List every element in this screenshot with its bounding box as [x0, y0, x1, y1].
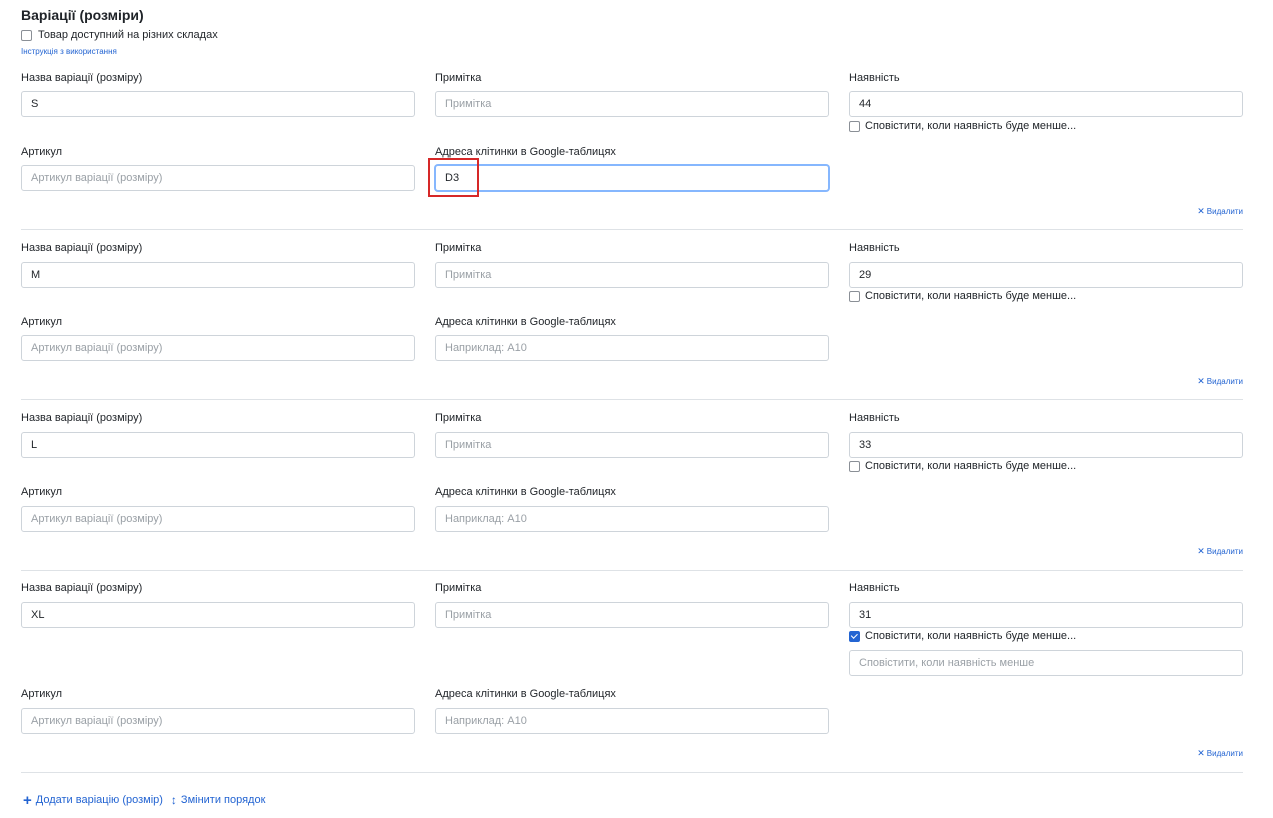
sku-input[interactable]: Артикул варіації (розміру) [21, 708, 415, 734]
stock-label: Наявність [849, 72, 900, 84]
reorder-button[interactable]: ↕ Змінити порядок [170, 792, 266, 807]
sku-label: Артикул [21, 146, 63, 158]
cell-input[interactable]: Наприклад: A10 [435, 708, 829, 734]
reorder-label: Змінити порядок [180, 794, 266, 806]
notify-checkbox[interactable] [849, 120, 860, 132]
notify-row[interactable]: Сповістити, коли наявність буде менше... [849, 120, 1076, 132]
close-icon: ✕ [1197, 546, 1205, 556]
help-link[interactable]: Інструкція з використання [21, 47, 117, 56]
notify-checkbox[interactable] [849, 460, 860, 472]
name-input[interactable]: XL [21, 602, 415, 628]
add-variation-label: Додати варіацію (розмір) [35, 794, 163, 806]
footer-actions: + Додати варіацію (розмір) ↕ Змінити пор… [23, 791, 266, 809]
notify-row[interactable]: Сповістити, коли наявність буде менше... [849, 460, 1076, 472]
sku-label: Артикул [21, 316, 63, 328]
remove-label: Видалити [1206, 749, 1243, 758]
name-label: Назва варіації (розміру) [21, 582, 143, 594]
multi-warehouse-checkbox[interactable] [21, 29, 32, 41]
name-label: Назва варіації (розміру) [21, 72, 143, 84]
cell-input[interactable]: Наприклад: A10 [435, 506, 829, 532]
note-input[interactable]: Примітка [435, 602, 829, 628]
stock-input[interactable]: 29 [849, 262, 1243, 288]
remove-button[interactable]: ✕ Видалити [1197, 546, 1243, 557]
close-icon: ✕ [1197, 206, 1205, 216]
multi-warehouse-label: Товар доступний на різних складах [38, 29, 218, 41]
stock-input[interactable]: 33 [849, 432, 1243, 458]
add-variation-button[interactable]: + Додати варіацію (розмір) [23, 791, 163, 809]
cell-label: Адреса клітинки в Google-таблицях [435, 316, 616, 328]
divider [21, 399, 1243, 400]
stock-input[interactable]: 44 [849, 91, 1243, 117]
note-label: Примітка [435, 412, 482, 424]
note-input[interactable]: Примітка [435, 91, 829, 117]
notify-label: Сповістити, коли наявність буде менше... [865, 120, 1077, 132]
note-label: Примітка [435, 72, 482, 84]
sku-input[interactable]: Артикул варіації (розміру) [21, 165, 415, 191]
notify-label: Сповістити, коли наявність буде менше... [865, 630, 1077, 642]
name-input[interactable]: M [21, 262, 415, 288]
notify-checkbox[interactable] [849, 630, 860, 642]
cell-input[interactable]: Наприклад: A10 [435, 335, 829, 361]
notify-row[interactable]: Сповістити, коли наявність буде менше... [849, 290, 1076, 302]
remove-button[interactable]: ✕ Видалити [1197, 748, 1243, 759]
close-icon: ✕ [1197, 748, 1205, 758]
sku-input[interactable]: Артикул варіації (розміру) [21, 506, 415, 532]
cell-label: Адреса клітинки в Google-таблицях [435, 688, 616, 700]
remove-label: Видалити [1206, 377, 1243, 386]
divider [21, 772, 1243, 773]
plus-icon: + [23, 791, 32, 809]
sku-input[interactable]: Артикул варіації (розміру) [21, 335, 415, 361]
remove-button[interactable]: ✕ Видалити [1197, 376, 1243, 387]
cell-label: Адреса клітинки в Google-таблицях [435, 146, 616, 158]
close-icon: ✕ [1197, 376, 1205, 386]
stock-label: Наявність [849, 582, 900, 594]
remove-button[interactable]: ✕ Видалити [1197, 206, 1243, 217]
note-input[interactable]: Примітка [435, 432, 829, 458]
notify-checkbox[interactable] [849, 290, 860, 302]
name-label: Назва варіації (розміру) [21, 412, 143, 424]
stock-label: Наявність [849, 242, 900, 254]
cell-label: Адреса клітинки в Google-таблицях [435, 486, 616, 498]
remove-label: Видалити [1206, 547, 1243, 556]
notify-row[interactable]: Сповістити, коли наявність буде менше... [849, 630, 1076, 642]
section-title: Варіації (розміри) [21, 7, 144, 23]
note-label: Примітка [435, 242, 482, 254]
name-input[interactable]: L [21, 432, 415, 458]
divider [21, 570, 1243, 571]
cell-input[interactable]: D3 [435, 165, 829, 191]
note-input[interactable]: Примітка [435, 262, 829, 288]
note-label: Примітка [435, 582, 482, 594]
notify-threshold-input[interactable]: Сповістити, коли наявність менше [849, 650, 1243, 676]
name-label: Назва варіації (розміру) [21, 242, 143, 254]
divider [21, 229, 1243, 230]
name-input[interactable]: S [21, 91, 415, 117]
sku-label: Артикул [21, 688, 63, 700]
notify-label: Сповістити, коли наявність буде менше... [865, 460, 1077, 472]
multi-warehouse-row[interactable]: Товар доступний на різних складах [21, 29, 218, 41]
sku-label: Артикул [21, 486, 63, 498]
notify-label: Сповістити, коли наявність буде менше... [865, 290, 1077, 302]
stock-label: Наявність [849, 412, 900, 424]
stock-input[interactable]: 31 [849, 602, 1243, 628]
remove-label: Видалити [1206, 207, 1243, 216]
up-down-arrow-icon: ↕ [170, 792, 177, 807]
